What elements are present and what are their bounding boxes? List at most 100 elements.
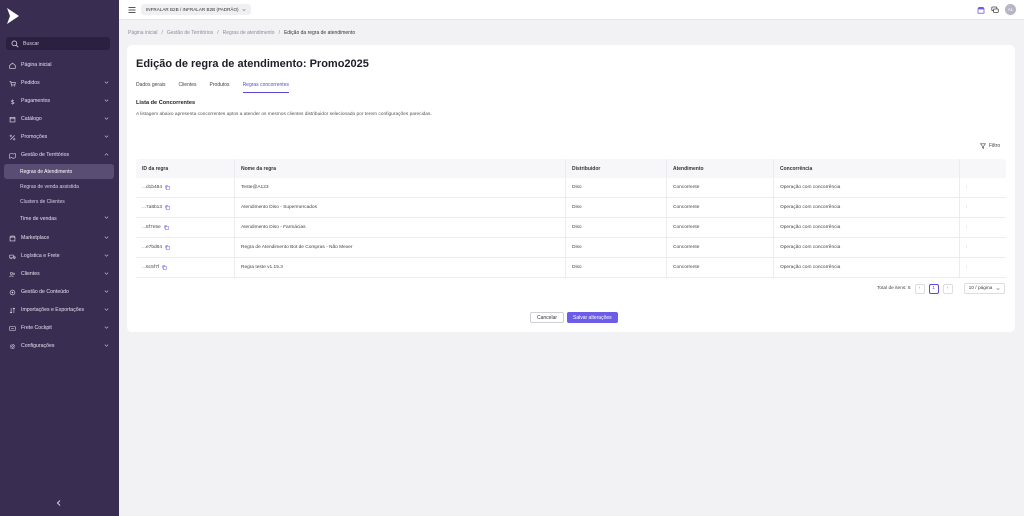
rule-distributor: Diso xyxy=(565,238,666,257)
sidebar-search[interactable]: Buscar xyxy=(6,37,110,50)
row-menu-icon[interactable]: : xyxy=(959,238,1006,257)
sidebar-item-territories[interactable]: Gestão de Territórios xyxy=(0,146,119,164)
row-menu-icon[interactable]: : xyxy=(959,258,1006,277)
sidebar-item-label: Pagamentos xyxy=(21,98,51,104)
tab-general[interactable]: Dados gerais xyxy=(136,82,165,93)
sidebar-item-logistics[interactable]: Logística e Frete xyxy=(0,247,119,265)
sidebar-item-settings[interactable]: Configurações xyxy=(0,337,119,355)
save-button[interactable]: Salvar alterações xyxy=(567,312,618,323)
sidebar-item-promotions[interactable]: Promoções xyxy=(0,128,119,146)
truck-icon xyxy=(9,254,16,259)
search-label: Buscar xyxy=(23,40,40,47)
header-rule-id[interactable]: ID da regra xyxy=(136,159,234,178)
page-size-select[interactable]: 10 / página xyxy=(963,283,1006,294)
filter-button[interactable]: Filtro xyxy=(980,143,1000,149)
copy-icon[interactable] xyxy=(162,265,167,270)
rule-competition: Operação com concorrência xyxy=(773,238,959,257)
sidebar-subitem-label: Regras de venda assistida xyxy=(20,183,79,190)
header-service[interactable]: Atendimento xyxy=(666,159,773,178)
copy-icon[interactable] xyxy=(164,225,169,230)
filter-icon xyxy=(980,143,986,149)
collapse-sidebar-icon[interactable] xyxy=(55,499,63,507)
prev-page-button[interactable]: ‹ xyxy=(914,283,925,294)
sidebar-item-home[interactable]: Página inicial xyxy=(0,56,119,74)
sidebar-item-freight-cockpit[interactable]: Frete Cockpit xyxy=(0,319,119,337)
chat-icon[interactable] xyxy=(991,6,999,14)
page-1-button[interactable]: 1 xyxy=(928,283,939,294)
sidebar-item-marketplace[interactable]: Marketplace xyxy=(0,229,119,247)
row-menu-icon[interactable]: : xyxy=(959,218,1006,237)
rule-service: Concorrente xyxy=(666,198,773,217)
rule-service: Concorrente xyxy=(666,238,773,257)
sidebar-item-label: Clientes xyxy=(21,271,40,277)
rule-service: Concorrente xyxy=(666,218,773,237)
rule-service: Concorrente xyxy=(666,258,773,277)
page-size-label: 10 / página xyxy=(968,286,993,291)
sidebar-subitem-sales-team[interactable]: Time de vendas xyxy=(0,209,119,229)
avatar[interactable]: AL xyxy=(1005,4,1016,15)
sidebar-subitem-assisted-sales[interactable]: Regras de venda assistida xyxy=(0,179,119,194)
copy-icon[interactable] xyxy=(165,185,170,190)
rule-name: Atendimento Diso - Supermercados xyxy=(234,198,565,217)
sidebar-item-customers[interactable]: Clientes xyxy=(0,265,119,283)
store-icon[interactable] xyxy=(977,6,985,14)
sidebar-item-label: Gestão de Conteúdo xyxy=(21,289,69,295)
header-rule-name[interactable]: Nome da regra xyxy=(234,159,565,178)
section-title: Lista de Concorrentes xyxy=(136,100,196,106)
sidebar-item-orders[interactable]: Pedidos xyxy=(0,74,119,92)
chevron-down-icon xyxy=(996,287,1000,290)
breadcrumb-home[interactable]: Página inicial xyxy=(128,30,157,36)
sidebar-item-label: Logística e Frete xyxy=(21,253,60,259)
dollar-icon: $ xyxy=(11,98,15,104)
menu-icon[interactable] xyxy=(128,6,136,14)
tab-products[interactable]: Produtos xyxy=(210,82,230,93)
home-icon xyxy=(9,62,16,69)
rule-service: Concorrente xyxy=(666,178,773,197)
rule-id: ...e7bd64 xyxy=(142,245,163,250)
table-row: ...e7bd64 Regra de Atendimento Bot de Co… xyxy=(136,238,1006,258)
pagination: Total de itens: 5 ‹ 1 › 10 / página xyxy=(877,283,1006,294)
store-selector[interactable]: INFRALAR B2B / INFRALAR B2B (PADRÃO) xyxy=(141,4,251,15)
rule-competition: Operação com concorrência xyxy=(773,198,959,217)
header-competition[interactable]: Concorrência xyxy=(773,159,959,178)
table-header: ID da regra Nome da regra Distribuidor A… xyxy=(136,159,1006,178)
sidebar-item-label: Configurações xyxy=(21,343,55,349)
header-actions xyxy=(959,159,1006,178)
breadcrumb-separator: / xyxy=(278,30,280,36)
chevron-down-icon xyxy=(104,81,109,84)
table-row: ...5f7e5e Atendimento Diso - Farmácias D… xyxy=(136,218,1006,238)
rule-name: Regra de Atendimento Bot de Compras - Nã… xyxy=(234,238,565,257)
row-menu-icon[interactable]: : xyxy=(959,178,1006,197)
breadcrumb-separator: / xyxy=(217,30,219,36)
sidebar-subitem-clusters[interactable]: Clusters de Clientes xyxy=(0,194,119,209)
breadcrumb-rules[interactable]: Regras de atendimento xyxy=(223,30,275,36)
rule-competition: Operação com concorrência xyxy=(773,218,959,237)
sidebar-item-content[interactable]: Gestão de Conteúdo xyxy=(0,283,119,301)
cancel-button[interactable]: Cancelar xyxy=(530,312,565,323)
gear-icon xyxy=(9,343,16,349)
cockpit-icon xyxy=(9,325,16,331)
copy-icon[interactable] xyxy=(165,245,170,250)
tab-customers[interactable]: Clientes xyxy=(178,82,196,93)
sidebar-subitem-service-rules[interactable]: Regras de Atendimento xyxy=(4,164,114,179)
catalog-icon xyxy=(9,116,16,122)
total-items: Total de itens: 5 xyxy=(877,286,911,291)
sidebar-item-catalog[interactable]: Catálogo xyxy=(0,110,119,128)
sidebar-item-label: Importações e Exportações xyxy=(21,307,85,313)
sidebar-item-label: Pedidos xyxy=(21,80,40,86)
breadcrumb-territories[interactable]: Gestão de Territórios xyxy=(167,30,213,36)
section-description: A listagem abaixo apresenta concorrentes… xyxy=(136,112,432,117)
row-menu-icon[interactable]: : xyxy=(959,198,1006,217)
tab-competing-rules[interactable]: Regras concorrentes xyxy=(242,82,289,93)
table-row: ...6c5f7f Regra teste v1.15.3 Diso Conco… xyxy=(136,258,1006,278)
next-page-button[interactable]: › xyxy=(942,283,953,294)
copy-icon[interactable] xyxy=(165,205,170,210)
header-distributor[interactable]: Distribuidor xyxy=(565,159,666,178)
sidebar-item-import-export[interactable]: Importações e Exportações xyxy=(0,301,119,319)
rule-distributor: Diso xyxy=(565,198,666,217)
filter-label: Filtro xyxy=(989,143,1001,149)
logo-icon[interactable] xyxy=(6,7,20,25)
sidebar-item-payments[interactable]: $ Pagamentos xyxy=(0,92,119,110)
rule-id: ...6c5f7f xyxy=(142,265,160,270)
chevron-down-icon xyxy=(242,8,246,11)
